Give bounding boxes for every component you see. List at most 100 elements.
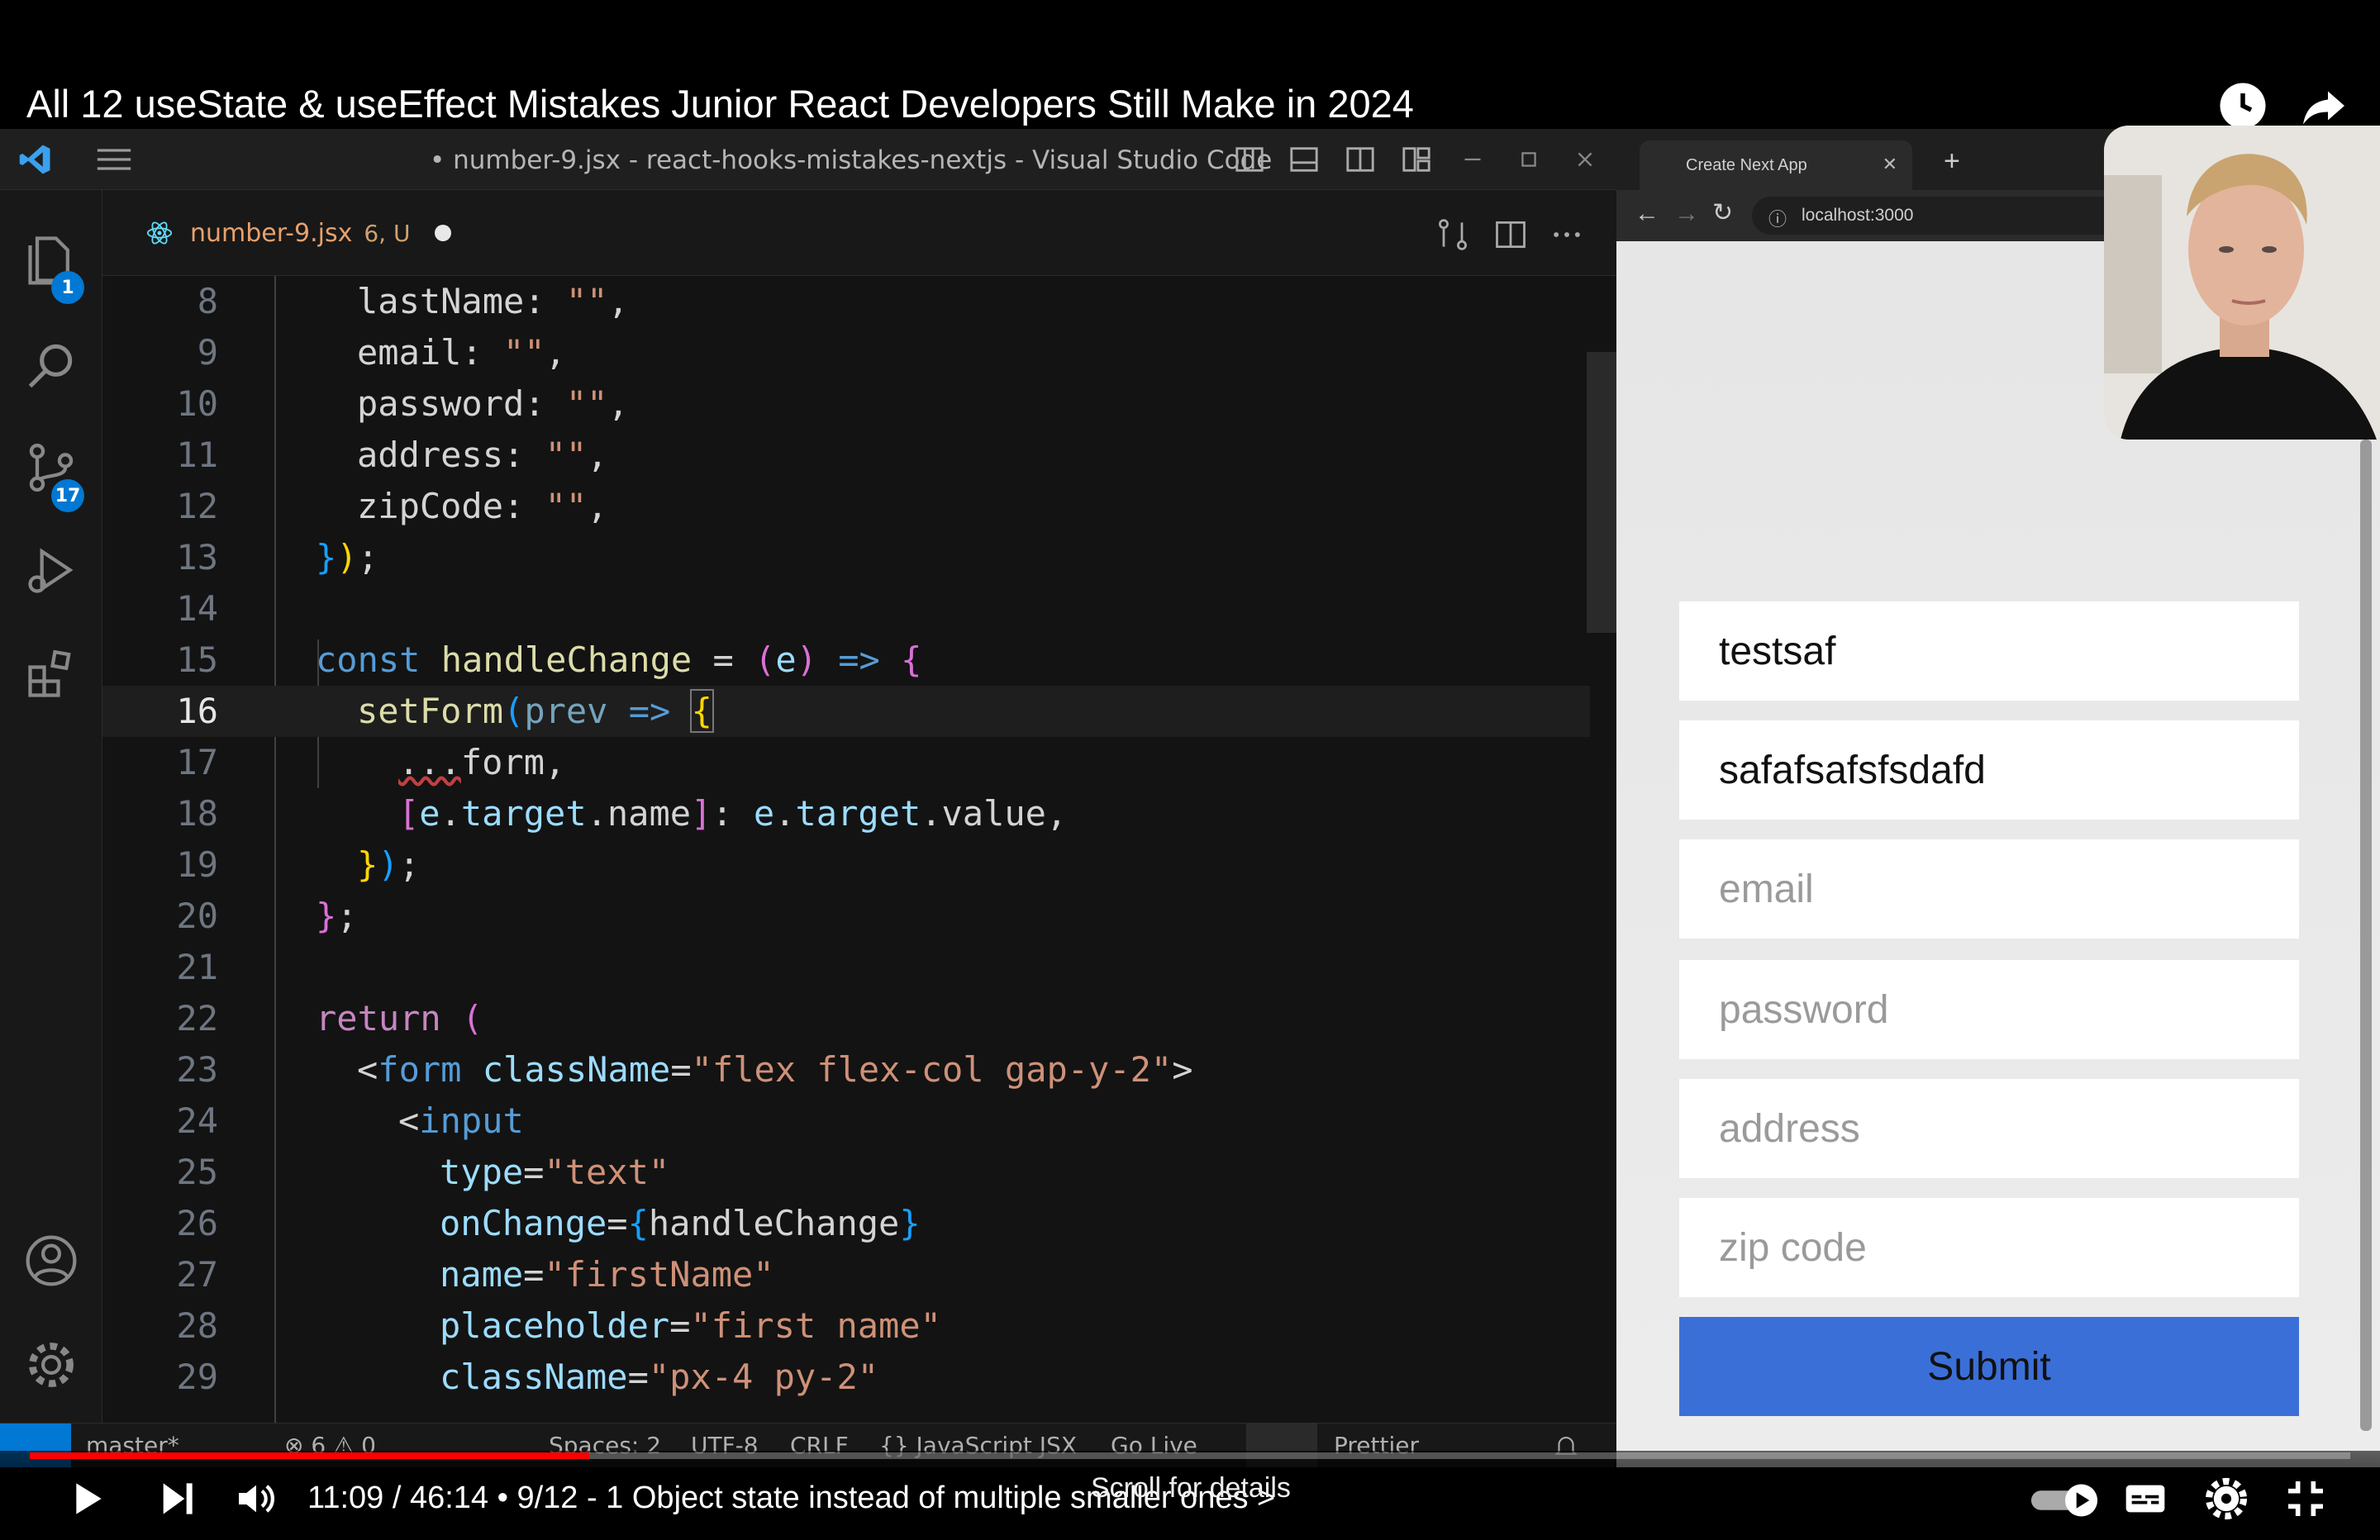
code-line: 18 [e.target.name]: e.target.value, (102, 788, 1590, 839)
code-line: 27 name="firstName" (102, 1249, 1590, 1300)
code-line: 11 address: "", (102, 430, 1590, 481)
line-number: 21 (176, 947, 218, 987)
maximize-icon[interactable] (1512, 144, 1545, 175)
code-line: 9 email: "", (102, 327, 1590, 378)
react-file-icon (146, 221, 173, 245)
clock-icon[interactable] (2218, 81, 2268, 131)
line-number: 17 (176, 742, 218, 782)
video-title: All 12 useState & useEffect Mistakes Jun… (26, 82, 1414, 126)
activity-bar: 1 17 (0, 190, 102, 1467)
presenter-video (2104, 126, 2380, 440)
close-window-icon[interactable] (1568, 144, 1602, 175)
line-number: 9 (197, 332, 218, 373)
close-tab-icon[interactable]: ✕ (1883, 154, 1897, 175)
volume-icon[interactable] (233, 1476, 279, 1522)
line-number: 22 (176, 998, 218, 1039)
code-line: 17 ...form, (102, 737, 1590, 788)
line-number: 16 (176, 691, 218, 731)
reload-icon[interactable]: ↻ (1712, 198, 1733, 227)
settings-icon[interactable] (2203, 1476, 2249, 1522)
vscode-logo-icon (19, 145, 50, 174)
toggle-panel-icon[interactable] (1288, 144, 1321, 175)
line-number: 19 (176, 844, 218, 885)
email-input[interactable]: email (1679, 839, 2299, 939)
address-input[interactable]: address (1679, 1079, 2299, 1178)
tab-label: number-9.jsx (190, 218, 353, 248)
tab-problem-count: 6, U (364, 219, 411, 247)
url-text: localhost:3000 (1802, 206, 1914, 225)
code-line: 8 lastName: "", (102, 276, 1590, 327)
toggle-sidebar-icon[interactable] (1233, 144, 1266, 175)
page-scrollbar[interactable] (2360, 440, 2372, 1431)
share-icon[interactable] (2299, 81, 2349, 131)
line-number: 15 (176, 639, 218, 680)
line-number: 18 (176, 793, 218, 834)
line-number: 26 (176, 1203, 218, 1243)
minimize-icon[interactable] (1456, 144, 1489, 175)
more-actions-icon[interactable] (1549, 216, 1585, 253)
line-number: 11 (176, 435, 218, 475)
compare-changes-icon[interactable] (1435, 216, 1471, 253)
editor-scrollbar[interactable] (1587, 352, 1616, 633)
line-number: 24 (176, 1100, 218, 1141)
next-icon[interactable] (154, 1476, 200, 1522)
code-line: 15 const handleChange = (e) => { (102, 635, 1590, 686)
last-name-input[interactable]: safafsafsfsdafd (1679, 720, 2299, 820)
first-name-input[interactable]: testsaf (1679, 601, 2299, 701)
line-number: 23 (176, 1049, 218, 1090)
webcam-overlay (2104, 126, 2380, 440)
code-line: 12 zipCode: "", (102, 481, 1590, 532)
accounts-icon[interactable] (23, 1233, 79, 1289)
code-line: 23 <form className="flex flex-col gap-y-2… (102, 1044, 1590, 1096)
line-number: 8 (197, 281, 218, 321)
browser-tab-title: Create Next App (1686, 155, 1807, 174)
extensions-icon[interactable] (23, 646, 79, 702)
editor-tabs: number-9.jsx 6, U (102, 190, 1616, 276)
customize-layout-icon[interactable] (1400, 144, 1433, 175)
code-line: 21 (102, 942, 1590, 993)
code-editor[interactable]: 8 lastName: "", 9 email: "", 10 password: "… (102, 276, 1616, 1433)
line-number: 29 (176, 1357, 218, 1397)
code-line: 10 password: "", (102, 378, 1590, 430)
zip-code-input[interactable]: zip code (1679, 1198, 2299, 1297)
code-line: 19}); (102, 839, 1590, 891)
code-line: 28 placeholder="first name" (102, 1300, 1590, 1352)
new-tab-icon[interactable]: + (1944, 145, 1960, 178)
manage-gear-icon[interactable] (23, 1337, 79, 1393)
code-line: 29 className="px-4 py-2" (102, 1352, 1590, 1403)
browser-tab[interactable]: Create Next App ✕ (1640, 140, 1912, 190)
forward-icon[interactable]: → (1674, 200, 1699, 228)
password-input[interactable]: password (1679, 960, 2299, 1059)
scroll-for-details-hint[interactable]: Scroll for details (1091, 1472, 1291, 1504)
progress-played (30, 1452, 589, 1459)
vscode-window: • number-9.jsx - react-hooks-mistakes-ne… (0, 129, 1616, 1467)
line-number: 13 (176, 537, 218, 578)
code-line: 20}; (102, 891, 1590, 942)
line-number: 28 (176, 1305, 218, 1346)
line-number: 10 (176, 383, 218, 424)
exit-fullscreen-icon[interactable] (2282, 1476, 2329, 1522)
site-info-icon[interactable]: ⓘ (1768, 205, 1787, 231)
back-icon[interactable]: ← (1635, 200, 1659, 228)
line-number: 20 (176, 896, 218, 936)
run-debug-icon[interactable] (23, 542, 79, 598)
line-number: 27 (176, 1254, 218, 1295)
unsaved-dot-icon[interactable] (435, 225, 452, 241)
source-control-badge: 17 (51, 479, 84, 512)
code-line: 24 <input (102, 1096, 1590, 1147)
window-title: • number-9.jsx - react-hooks-mistakes-ne… (430, 145, 1273, 175)
play-icon[interactable] (63, 1476, 109, 1522)
line-number: 25 (176, 1152, 218, 1192)
line-number: 12 (176, 486, 218, 526)
submit-button[interactable]: Submit (1679, 1317, 2299, 1416)
captions-icon[interactable] (2122, 1476, 2168, 1522)
code-line-current: 16 setForm(prev => { (102, 686, 1590, 737)
code-line: 13}); (102, 532, 1590, 583)
toggle-secondary-sidebar-icon[interactable] (1344, 144, 1377, 175)
autoplay-toggle[interactable] (2030, 1482, 2101, 1519)
line-number: 14 (176, 588, 218, 629)
tab-number-9-jsx[interactable]: number-9.jsx 6, U (121, 200, 550, 266)
split-editor-icon[interactable] (1492, 216, 1529, 253)
menu-icon[interactable] (96, 147, 132, 172)
search-icon[interactable] (23, 337, 79, 393)
